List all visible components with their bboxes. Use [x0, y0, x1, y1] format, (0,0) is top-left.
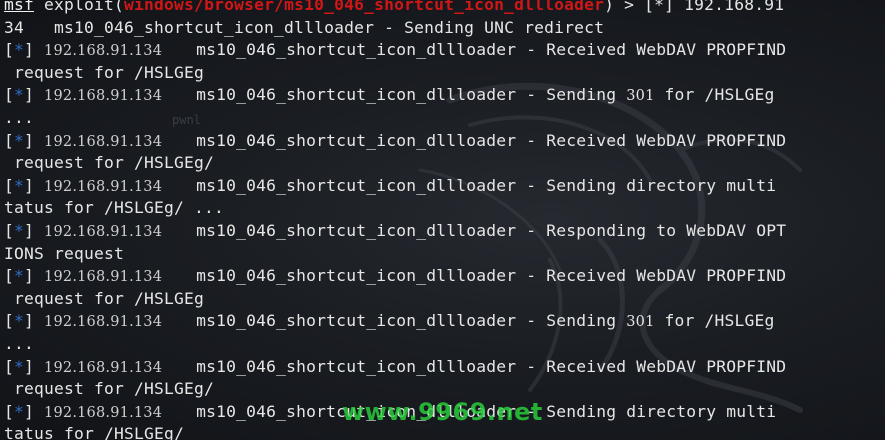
status-bracket-close: ]: [24, 85, 45, 105]
line-text: ...: [4, 107, 35, 127]
prompt-exploit-suffix: ) >: [604, 0, 645, 14]
terminal-line: [*] 192.168.91.134 ms10_046_shortcut_icon…: [4, 84, 786, 107]
terminal-line: tatus for /HSLGEg/ ...: [4, 197, 786, 220]
status-bracket-close: ]: [24, 130, 45, 150]
terminal-window[interactable]: pwnl msf exploit(windows/browser/ms10_04…: [0, 0, 885, 440]
status-bracket-open: [: [4, 311, 15, 331]
status-ip: 192.168.91.134: [44, 314, 163, 331]
status-star-icon: *: [14, 85, 25, 105]
status-ip: 192.168.91.134: [44, 359, 163, 376]
status-ip: 192.168.91.134: [44, 269, 163, 286]
status-bracket-open: [: [4, 85, 15, 105]
status-bracket-open: [: [4, 40, 15, 60]
terminal-line: request for /HSLGEg/: [4, 152, 786, 175]
status-star-icon: *: [14, 401, 25, 421]
status-ip: 192.168.91.134: [44, 133, 163, 150]
status-message: ms10_046_shortcut_icon_dllloader - Recei…: [196, 130, 787, 150]
status-ip: 192.168.91.134: [44, 178, 163, 195]
status-code: 301: [626, 88, 655, 105]
line-text: request for /HSLGEg: [4, 62, 205, 82]
prompt-rest: [*] 192.168.91: [644, 0, 785, 14]
status-star-icon: *: [14, 311, 25, 331]
status-bracket-close: ]: [24, 356, 45, 376]
status-ip: 192.168.91.134: [44, 223, 163, 240]
status-bracket-open: [: [4, 220, 15, 240]
status-bracket-close: ]: [24, 311, 45, 331]
prompt-module-name: windows/browser/ms10_046_shortcut_icon_d…: [124, 0, 605, 14]
status-star-icon: *: [14, 130, 25, 150]
status-star-icon: *: [14, 220, 25, 240]
status-bracket-open: [: [4, 401, 15, 421]
line-text: ...: [4, 333, 35, 353]
terminal-line: msf exploit(windows/browser/ms10_046_sho…: [4, 0, 786, 17]
status-bracket-open: [: [4, 130, 15, 150]
line-text: request for /HSLGEg/: [4, 379, 215, 399]
terminal-line: [*] 192.168.91.134 ms10_046_shortcut_icon…: [4, 175, 786, 198]
status-bracket-close: ]: [24, 220, 45, 240]
line-text: request for /HSLGEg: [4, 288, 205, 308]
line-text: tatus for /HSLGEg/ ...: [4, 198, 225, 218]
terminal-line: IONS request: [4, 243, 786, 266]
terminal-line: ...: [4, 333, 786, 356]
terminal-line: 34 ms10_046_shortcut_icon_dllloader - Se…: [4, 17, 786, 40]
status-message-pre: ms10_046_shortcut_icon_dllloader - Sendi…: [196, 85, 627, 105]
status-message: ms10_046_shortcut_icon_dllloader - Recei…: [196, 356, 787, 376]
line-text: 34 ms10_046_shortcut_icon_dllloader - Se…: [4, 17, 605, 37]
status-message-post: for /HSLGEg: [654, 311, 775, 331]
status-star-icon: *: [14, 356, 25, 376]
status-code: 301: [626, 314, 655, 331]
status-bracket-open: [: [4, 266, 15, 286]
status-ip: 192.168.91.134: [44, 43, 163, 60]
status-ip: 192.168.91.134: [44, 404, 163, 421]
status-star-icon: *: [14, 40, 25, 60]
status-message-post: for /HSLGEg: [654, 85, 775, 105]
status-bracket-open: [: [4, 356, 15, 376]
terminal-line: [*] 192.168.91.134 ms10_046_shortcut_icon…: [4, 265, 786, 288]
status-star-icon: *: [14, 266, 25, 286]
site-watermark: www.9969.net: [342, 398, 543, 426]
status-bracket-close: ]: [24, 40, 45, 60]
status-message: ms10_046_shortcut_icon_dllloader - Sendi…: [196, 175, 777, 195]
line-text: IONS request: [4, 243, 125, 263]
terminal-line: [*] 192.168.91.134 ms10_046_shortcut_icon…: [4, 39, 786, 62]
prompt-msf: msf: [4, 0, 35, 14]
status-bracket-close: ]: [24, 175, 45, 195]
status-bracket-close: ]: [24, 266, 45, 286]
status-message: ms10_046_shortcut_icon_dllloader - Recei…: [196, 266, 787, 286]
terminal-line: [*] 192.168.91.134 ms10_046_shortcut_icon…: [4, 356, 786, 379]
status-message: ms10_046_shortcut_icon_dllloader - Recei…: [196, 40, 787, 60]
status-message-pre: ms10_046_shortcut_icon_dllloader - Sendi…: [196, 311, 627, 331]
terminal-line: [*] 192.168.91.134 ms10_046_shortcut_icon…: [4, 310, 786, 333]
status-bracket-close: ]: [24, 401, 45, 421]
line-text: tatus for /HSLGEg/: [4, 424, 185, 440]
terminal-line: request for /HSLGEg: [4, 288, 786, 311]
prompt-exploit-prefix: exploit(: [34, 0, 125, 14]
status-bracket-open: [: [4, 175, 15, 195]
line-text: request for /HSLGEg/: [4, 153, 215, 173]
status-star-icon: *: [14, 175, 25, 195]
status-message: ms10_046_shortcut_icon_dllloader - Respo…: [196, 220, 787, 240]
terminal-line: ...: [4, 107, 786, 130]
terminal-line: [*] 192.168.91.134 ms10_046_shortcut_icon…: [4, 220, 786, 243]
terminal-line: [*] 192.168.91.134 ms10_046_shortcut_icon…: [4, 130, 786, 153]
terminal-output: msf exploit(windows/browser/ms10_046_sho…: [4, 0, 786, 440]
status-ip: 192.168.91.134: [44, 88, 163, 105]
terminal-line: request for /HSLGEg: [4, 62, 786, 85]
